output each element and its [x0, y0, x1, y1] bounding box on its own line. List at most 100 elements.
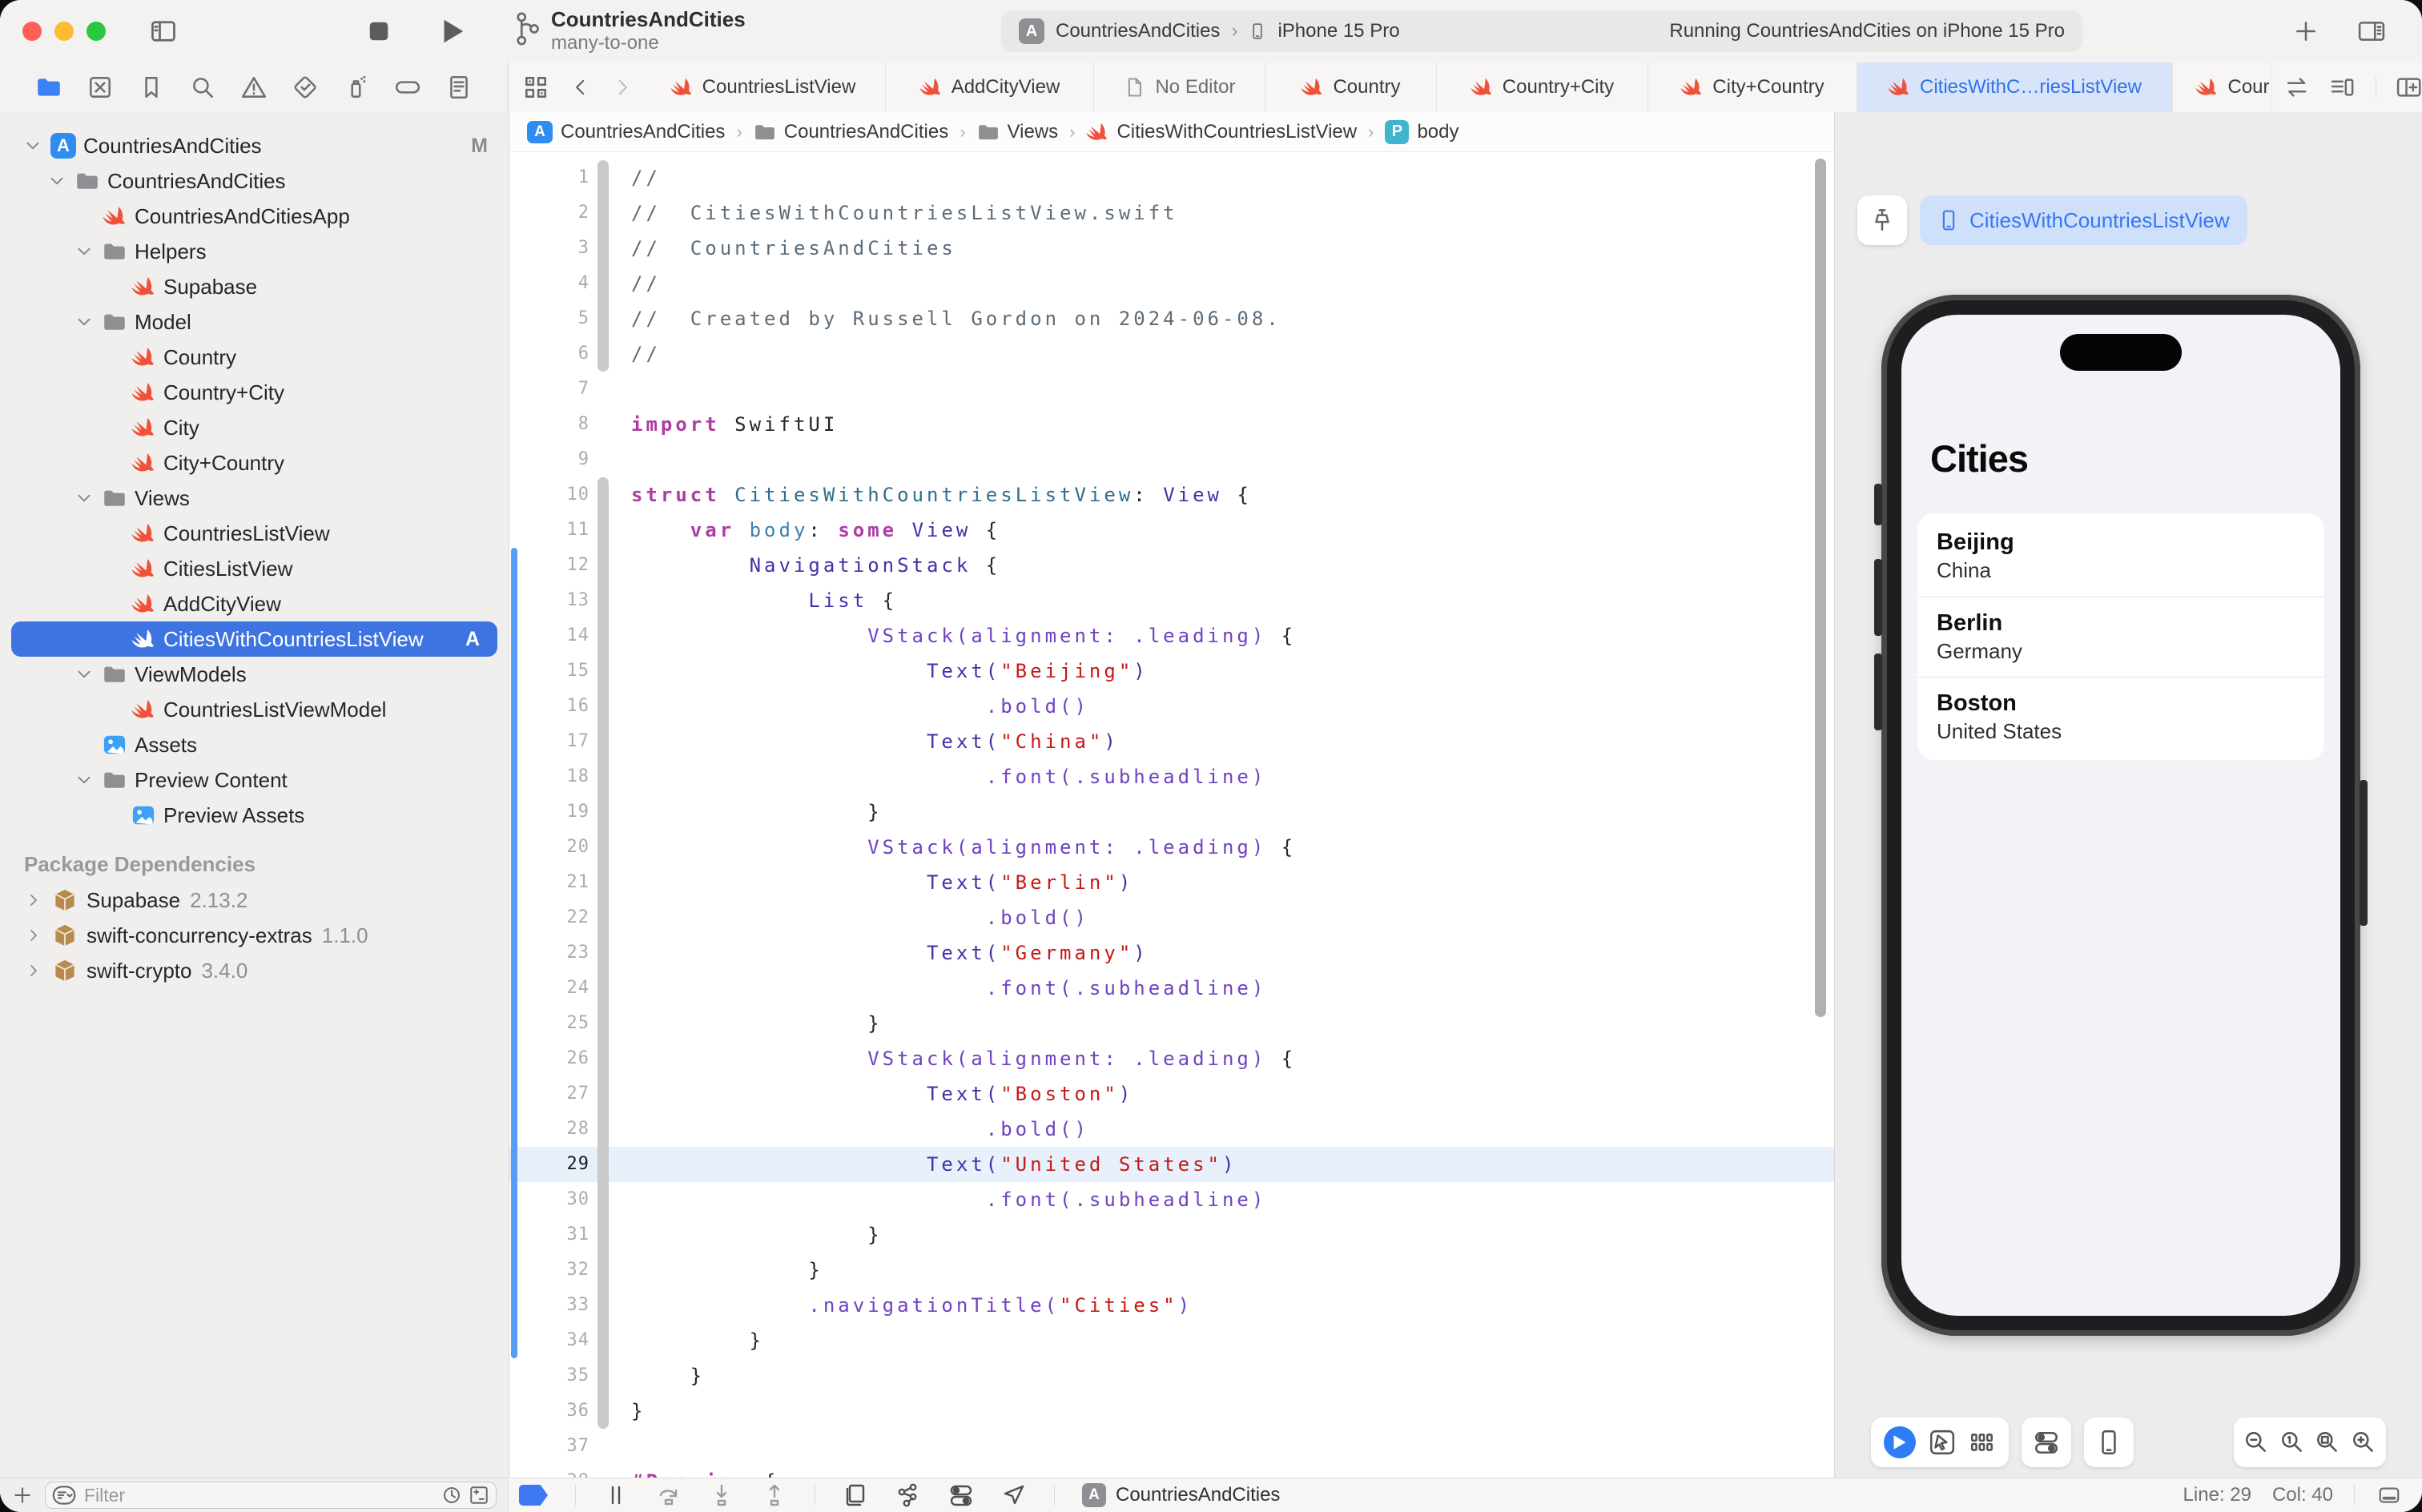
step-into-icon[interactable] [709, 1482, 734, 1508]
sidebar-item-viewmodels[interactable]: ViewModels [0, 657, 509, 692]
breadcrumb-item[interactable]: ACountriesAndCities [527, 121, 725, 143]
recent-files-icon[interactable] [441, 1485, 462, 1506]
add-editor-button[interactable] [2292, 18, 2319, 45]
zoom-out-icon[interactable] [2243, 1429, 2270, 1456]
toggle-navigator-icon[interactable] [149, 17, 178, 46]
breadcrumb-item[interactable]: Views [977, 121, 1059, 143]
sidebar-item-supabase[interactable]: Supabase [0, 269, 509, 304]
disclosure-chevron-icon[interactable] [22, 135, 43, 156]
simulate-location-icon[interactable] [1001, 1482, 1027, 1508]
sidebar-item-countrieslistview[interactable]: CountriesListView [0, 516, 509, 551]
pill-destination-label[interactable]: iPhone 15 Pro [1277, 20, 1399, 42]
disclosure-chevron-icon[interactable] [46, 171, 67, 191]
breadcrumb-item[interactable]: CitiesWithCountriesListView [1086, 121, 1357, 143]
tab-country[interactable]: Country [1265, 62, 1437, 112]
zoom-100-icon[interactable] [2279, 1429, 2306, 1456]
sidebar-item-addcityview[interactable]: AddCityView [0, 586, 509, 621]
preview-device-button[interactable] [2095, 1429, 2122, 1456]
package-item-swift-crypto[interactable]: swift-crypto3.4.0 [0, 953, 247, 988]
scheme-info[interactable]: CountriesAndCities many-to-one [513, 6, 746, 54]
breadcrumb-item[interactable]: CountriesAndCities [754, 121, 948, 143]
sidebar-item-countriesandcitiesapp[interactable]: CountriesAndCitiesApp [0, 199, 509, 234]
tab-no-editor[interactable]: No Editor [1094, 62, 1265, 112]
search-navigator-icon[interactable] [189, 74, 216, 101]
package-item-supabase[interactable]: Supabase2.13.2 [0, 883, 247, 918]
sidebar-item-citieswithcountrieslistview[interactable]: CitiesWithCountriesListViewA [11, 621, 497, 657]
tab-country-city[interactable]: Country+City [1437, 62, 1648, 112]
minimize-window-button[interactable] [54, 22, 74, 41]
sidebar-item-preview-assets[interactable]: Preview Assets [0, 798, 509, 833]
source-control-filter-icon[interactable] [469, 1485, 489, 1506]
disclosure-chevron-icon[interactable] [24, 891, 43, 910]
sidebar-item-model[interactable]: Model [0, 304, 509, 340]
editor-options-icon[interactable] [2329, 74, 2356, 101]
step-out-icon[interactable] [762, 1482, 787, 1508]
related-items-icon[interactable] [522, 74, 549, 101]
sidebar-item-city[interactable]: City [0, 410, 509, 445]
back-button[interactable] [570, 75, 591, 99]
swap-editor-icon[interactable] [2283, 74, 2310, 101]
add-file-button[interactable] [11, 1484, 34, 1506]
sidebar-item-views[interactable]: Views [0, 481, 509, 516]
filter-field[interactable] [45, 1482, 497, 1509]
box-x-navigator-icon[interactable] [86, 74, 114, 101]
filter-input[interactable] [82, 1484, 435, 1507]
split-editor-icon[interactable] [2396, 74, 2422, 101]
memory-graph-icon[interactable] [895, 1482, 921, 1508]
disclosure-chevron-icon[interactable] [74, 488, 95, 509]
pin-preview-button[interactable] [1857, 195, 1907, 245]
pause-execution-icon[interactable] [603, 1482, 629, 1508]
toggle-inspector-icon[interactable] [2353, 18, 2390, 45]
disclosure-chevron-icon[interactable] [74, 664, 95, 685]
breadcrumb-item[interactable]: Pbody [1385, 120, 1458, 144]
bookmark-navigator-icon[interactable] [138, 74, 165, 101]
sidebar-item-citieslistview[interactable]: CitiesListView [0, 551, 509, 586]
tab-addcityview[interactable]: AddCityView [886, 62, 1094, 112]
device-settings-button[interactable] [2033, 1429, 2060, 1456]
zoom-window-button[interactable] [86, 22, 106, 41]
zoom-fit-icon[interactable] [2314, 1429, 2341, 1456]
disclosure-chevron-icon[interactable] [74, 312, 95, 332]
step-over-icon[interactable] [656, 1482, 682, 1508]
disclosure-chevron-icon[interactable] [24, 926, 43, 945]
disclosure-chevron-icon[interactable] [74, 770, 95, 790]
close-window-button[interactable] [22, 22, 42, 41]
scheme-destination-pill[interactable]: A CountriesAndCities › iPhone 15 Pro Run… [1001, 10, 2082, 52]
running-app-entry[interactable]: A CountriesAndCities [1082, 1483, 1280, 1507]
variants-button[interactable] [1969, 1429, 1996, 1456]
run-button[interactable] [437, 15, 467, 47]
forward-button[interactable] [612, 75, 633, 99]
breakpoints-toggle[interactable] [519, 1485, 548, 1506]
selectable-preview-button[interactable] [1929, 1429, 1956, 1456]
sidebar-item-helpers[interactable]: Helpers [0, 234, 509, 269]
source-editor[interactable]: 1//2// CitiesWithCountriesListView.swift… [509, 152, 1834, 1478]
disclosure-chevron-icon[interactable] [24, 961, 43, 980]
keyboard-icon[interactable] [2376, 1483, 2403, 1507]
sidebar-item-assets[interactable]: Assets [0, 727, 509, 762]
tab-countrieslistview[interactable]: CountriesListView [641, 62, 886, 112]
environment-overrides-icon[interactable] [948, 1482, 974, 1508]
editor-scrollbar[interactable] [1815, 159, 1826, 1017]
sidebar-item-countriesandcities[interactable]: CountriesAndCities [0, 163, 509, 199]
zoom-in-icon[interactable] [2350, 1429, 2377, 1456]
folder-filled-navigator-icon[interactable] [35, 74, 62, 101]
tab-city-country[interactable]: City+Country [1648, 62, 1857, 112]
diamond-check-navigator-icon[interactable] [292, 74, 319, 101]
sidebar-item-countrieslistviewmodel[interactable]: CountriesListViewModel [0, 692, 509, 727]
sidebar-item-country[interactable]: Country [0, 340, 509, 375]
tag-navigator-icon[interactable] [394, 74, 421, 101]
warning-navigator-icon[interactable] [240, 74, 268, 101]
stop-button[interactable] [364, 17, 393, 46]
live-preview-button[interactable] [1884, 1426, 1916, 1458]
pill-scheme-label[interactable]: CountriesAndCities [1056, 20, 1220, 42]
report-navigator-icon[interactable] [445, 74, 473, 101]
package-item-swift-concurrency-extras[interactable]: swift-concurrency-extras1.1.0 [0, 918, 368, 953]
sidebar-item-city-country[interactable]: City+Country [0, 445, 509, 481]
view-hierarchy-icon[interactable] [843, 1482, 868, 1508]
sidebar-item-preview-content[interactable]: Preview Content [0, 762, 509, 798]
sidebar-item-country-city[interactable]: Country+City [0, 375, 509, 410]
tab-citieswithc-rieslistview[interactable]: CitiesWithC…riesListView [1857, 62, 2173, 112]
sidebar-item-countriesandcities[interactable]: ACountriesAndCitiesM [0, 128, 509, 163]
disclosure-chevron-icon[interactable] [74, 241, 95, 262]
preview-target-chip[interactable]: CitiesWithCountriesListView [1920, 195, 2247, 245]
